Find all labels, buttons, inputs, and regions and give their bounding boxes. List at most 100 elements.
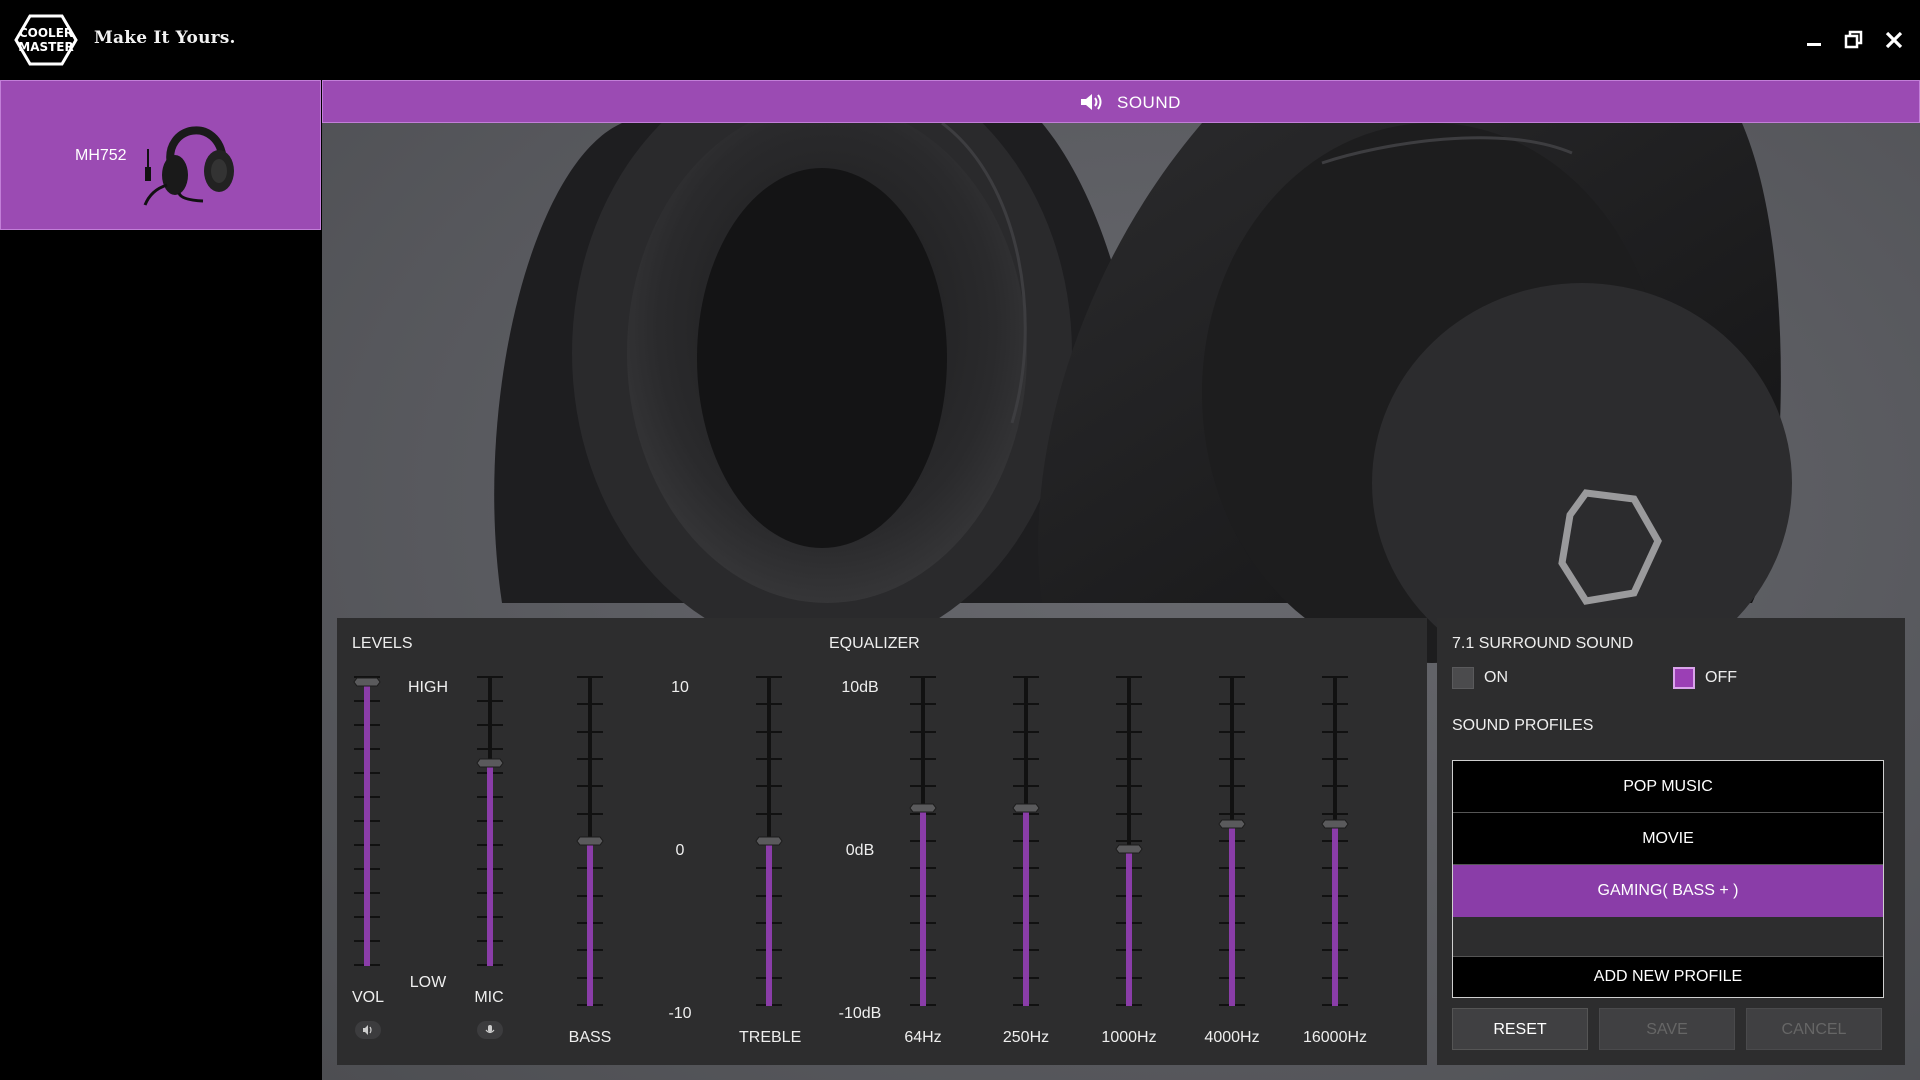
cooler-master-logo: COOLER MASTER (14, 14, 78, 66)
slider-knob[interactable] (353, 675, 381, 689)
slider-tick (1116, 676, 1142, 678)
slider-tick (1116, 758, 1142, 760)
save-button[interactable]: SAVE (1599, 1008, 1735, 1050)
slider-tick (1116, 731, 1142, 733)
slider-tick (577, 703, 603, 705)
title-bar: COOLER MASTER Make It Yours. (0, 0, 1920, 80)
profile-item-movie[interactable]: MOVIE (1453, 813, 1883, 865)
slider-tick (1116, 785, 1142, 787)
eq-scale-bottom: -10dB (838, 1005, 882, 1022)
slider-knob[interactable] (1321, 817, 1349, 831)
eq-scale-mid: 0dB (845, 842, 875, 859)
surround-on-label: ON (1484, 669, 1508, 686)
slider-tick (756, 676, 782, 678)
mic-slider[interactable] (470, 676, 510, 966)
eq-scale-top: 10dB (841, 679, 879, 696)
slider-tick (1116, 813, 1142, 815)
slider-tick (577, 813, 603, 815)
volume-slider[interactable] (347, 676, 387, 966)
reset-button[interactable]: RESET (1452, 1008, 1588, 1050)
slider-fill (1023, 808, 1029, 1006)
slider-tick (1219, 785, 1245, 787)
slider-tick (477, 676, 503, 678)
slider-tick (756, 731, 782, 733)
slider-fill (1229, 824, 1235, 1006)
surround-on-checkbox[interactable] (1452, 667, 1474, 689)
device-card-mh752[interactable]: MH752 (0, 80, 321, 230)
tab-sound[interactable]: SOUND (322, 80, 1920, 123)
bass-label: BASS (568, 1029, 612, 1046)
level-high-label: HIGH (408, 679, 448, 696)
slider-tick (577, 785, 603, 787)
slider-tick (1013, 676, 1039, 678)
slider-knob[interactable] (576, 834, 604, 848)
slider-fill (1332, 824, 1338, 1006)
slider-tick (1219, 731, 1245, 733)
speaker-icon (355, 1021, 381, 1039)
svg-text:COOLER: COOLER (19, 26, 73, 40)
minimize-button[interactable] (1800, 26, 1828, 54)
treble-slider[interactable] (749, 676, 789, 1006)
device-name: MH752 (75, 147, 127, 164)
tab-label: SOUND (1117, 93, 1181, 112)
eq-4000hz-slider[interactable] (1212, 676, 1252, 1006)
slider-tick (1219, 676, 1245, 678)
eq-band-label: 4000Hz (1204, 1029, 1260, 1046)
app-tagline: Make It Yours. (94, 28, 236, 48)
tone-scale-bottom: -10 (668, 1005, 692, 1022)
microphone-icon (477, 1021, 503, 1039)
slider-tick (756, 703, 782, 705)
slider-fill (1126, 849, 1132, 1006)
eq-16000hz-slider[interactable] (1315, 676, 1355, 1006)
speaker-icon (1081, 94, 1102, 110)
slider-fill (364, 682, 370, 966)
eq-band-label: 64Hz (904, 1029, 942, 1046)
slider-tick (910, 785, 936, 787)
close-icon (1885, 31, 1903, 49)
profile-item-pop-music[interactable]: POP MUSIC (1453, 761, 1883, 813)
slider-knob[interactable] (755, 834, 783, 848)
slider-knob[interactable] (1115, 842, 1143, 856)
bass-slider[interactable] (570, 676, 610, 1006)
slider-knob[interactable] (1012, 801, 1040, 815)
slider-tick (1322, 703, 1348, 705)
slider-tick (1013, 785, 1039, 787)
eq-250hz-slider[interactable] (1006, 676, 1046, 1006)
slider-tick (1219, 813, 1245, 815)
device-sidebar: MH752 (0, 80, 321, 1080)
slider-knob[interactable] (1218, 817, 1246, 831)
restore-button[interactable] (1840, 26, 1868, 54)
eq-band-label: 1000Hz (1101, 1029, 1157, 1046)
slider-tick (1219, 703, 1245, 705)
vol-label: VOL (351, 989, 384, 1006)
slider-tick (910, 703, 936, 705)
slider-tick (756, 758, 782, 760)
add-new-profile-button[interactable]: ADD NEW PROFILE (1453, 957, 1883, 997)
svg-text:MASTER: MASTER (18, 40, 74, 54)
close-button[interactable] (1880, 26, 1908, 54)
slider-tick (1219, 758, 1245, 760)
minimize-icon (1807, 43, 1821, 46)
levels-title: LEVELS (352, 635, 413, 652)
restore-icon (1844, 30, 1863, 49)
slider-tick (577, 676, 603, 678)
surround-off-checkbox[interactable] (1673, 667, 1695, 689)
eq-64hz-slider[interactable] (903, 676, 943, 1006)
slider-tick (577, 758, 603, 760)
slider-knob[interactable] (909, 801, 937, 815)
eq-band-label: 16000Hz (1302, 1029, 1368, 1046)
slider-tick (1322, 758, 1348, 760)
tone-scale-mid: 0 (675, 842, 685, 859)
slider-fill (920, 808, 926, 1006)
slider-tick (1013, 703, 1039, 705)
eq-1000hz-slider[interactable] (1109, 676, 1149, 1006)
slider-tick (1013, 731, 1039, 733)
profile-item-empty (1453, 917, 1883, 957)
slider-tick (756, 813, 782, 815)
slider-knob[interactable] (476, 756, 504, 770)
tone-scale-top: 10 (671, 679, 689, 696)
slider-tick (910, 758, 936, 760)
cancel-button[interactable]: CANCEL (1746, 1008, 1882, 1050)
slider-tick (1322, 813, 1348, 815)
profile-item-gaming[interactable]: GAMING( BASS + ) (1453, 865, 1883, 917)
